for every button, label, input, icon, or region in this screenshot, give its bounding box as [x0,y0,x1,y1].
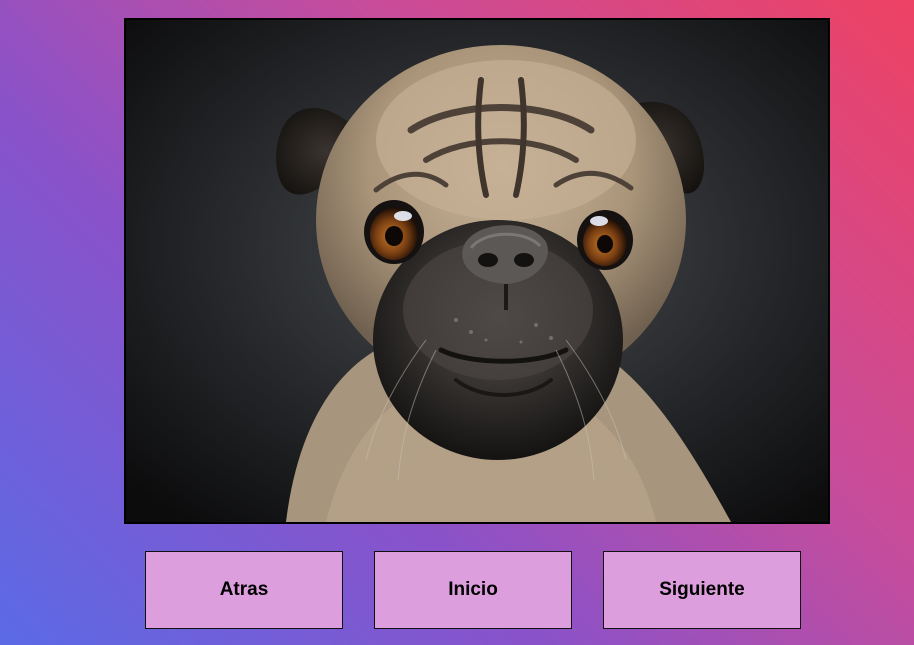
navigation-buttons: Atras Inicio Siguiente [145,551,803,631]
home-button[interactable]: Inicio [374,551,572,629]
pug-photo [124,18,830,524]
back-button[interactable]: Atras [145,551,343,629]
next-button[interactable]: Siguiente [603,551,801,629]
